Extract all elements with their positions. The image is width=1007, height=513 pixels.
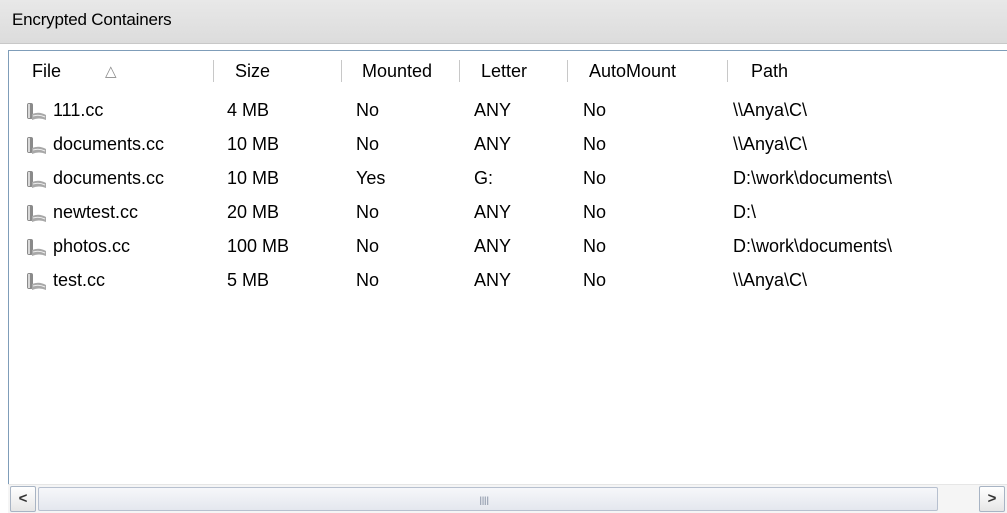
container-icon (27, 103, 46, 120)
scrollbar-thumb[interactable]: IIII (38, 487, 938, 511)
table-row[interactable]: test.cc 5 MB No ANY No \\Anya\C\ (9, 265, 1007, 299)
cell-mounted: No (356, 134, 380, 154)
cell-mounted: No (356, 270, 380, 290)
scroll-right-button[interactable]: > (979, 486, 1005, 512)
table-row[interactable]: photos.cc 100 MB No ANY No D:\work\docum… (9, 231, 1007, 265)
column-header-mounted[interactable]: Mounted (342, 51, 460, 91)
cell-file: documents.cc (53, 134, 165, 154)
cell-letter: ANY (474, 202, 512, 222)
cell-file: newtest.cc (53, 202, 139, 222)
cell-path: D:\work\documents\ (733, 236, 893, 256)
cell-automount: No (583, 270, 607, 290)
cell-mounted: No (356, 202, 380, 222)
cell-automount: No (583, 236, 607, 256)
column-header-file[interactable]: File △ (9, 51, 214, 91)
cell-file: photos.cc (53, 236, 131, 256)
containers-list[interactable]: File △ Size Mounted Letter AutoMount Pat… (8, 50, 1007, 512)
container-icon (27, 171, 46, 188)
column-label-mounted: Mounted (362, 61, 433, 81)
cell-file: 111.cc (53, 100, 104, 120)
container-icon (27, 273, 46, 290)
cell-letter: ANY (474, 134, 512, 154)
grip-icon: IIII (479, 494, 489, 508)
container-icon (27, 239, 46, 256)
cell-letter: G: (474, 168, 494, 188)
table-row[interactable]: documents.cc 10 MB No ANY No \\Anya\C\ (9, 129, 1007, 163)
table-row[interactable]: newtest.cc 20 MB No ANY No D:\ (9, 197, 1007, 231)
cell-automount: No (583, 100, 607, 120)
column-label-automount: AutoMount (589, 61, 677, 81)
container-icon (27, 137, 46, 154)
panel-title: Encrypted Containers (12, 10, 172, 29)
cell-automount: No (583, 134, 607, 154)
cell-file: documents.cc (53, 168, 165, 188)
column-header-letter[interactable]: Letter (460, 51, 568, 91)
cell-size: 20 MB (227, 202, 280, 222)
chevron-left-icon: < (18, 490, 28, 507)
list-header: File △ Size Mounted Letter AutoMount Pat… (9, 51, 1007, 91)
cell-path: \\Anya\C\ (733, 100, 808, 120)
column-label-size: Size (235, 61, 271, 81)
container-icon (27, 205, 46, 222)
cell-path: D:\work\documents\ (733, 168, 893, 188)
column-label-letter: Letter (481, 61, 528, 81)
cell-path: \\Anya\C\ (733, 270, 808, 290)
cell-size: 5 MB (227, 270, 270, 290)
cell-file: test.cc (53, 270, 106, 290)
column-label-file: File (32, 61, 62, 81)
column-header-path[interactable]: Path (728, 51, 1007, 91)
cell-size: 10 MB (227, 168, 280, 188)
cell-letter: ANY (474, 100, 512, 120)
cell-mounted: No (356, 236, 380, 256)
scroll-left-button[interactable]: < (10, 486, 36, 512)
sort-ascending-icon: △ (105, 63, 117, 80)
cell-mounted: No (356, 100, 380, 120)
panel-titlebar: Encrypted Containers (0, 0, 1007, 44)
cell-size: 10 MB (227, 134, 280, 154)
cell-letter: ANY (474, 270, 512, 290)
cell-size: 100 MB (227, 236, 290, 256)
cell-automount: No (583, 202, 607, 222)
column-header-automount[interactable]: AutoMount (568, 51, 728, 91)
cell-letter: ANY (474, 236, 512, 256)
cell-mounted: Yes (356, 168, 386, 188)
column-label-path: Path (751, 61, 789, 81)
chevron-right-icon: > (987, 490, 997, 507)
cell-path: D:\ (733, 202, 757, 222)
table-row[interactable]: 111.cc 4 MB No ANY No \\Anya\C\ (9, 95, 1007, 129)
table-row[interactable]: documents.cc 10 MB Yes G: No D:\work\doc… (9, 163, 1007, 197)
cell-path: \\Anya\C\ (733, 134, 808, 154)
column-header-size[interactable]: Size (214, 51, 342, 91)
horizontal-scrollbar[interactable]: < IIII > (8, 484, 1007, 513)
cell-automount: No (583, 168, 607, 188)
cell-size: 4 MB (227, 100, 270, 120)
